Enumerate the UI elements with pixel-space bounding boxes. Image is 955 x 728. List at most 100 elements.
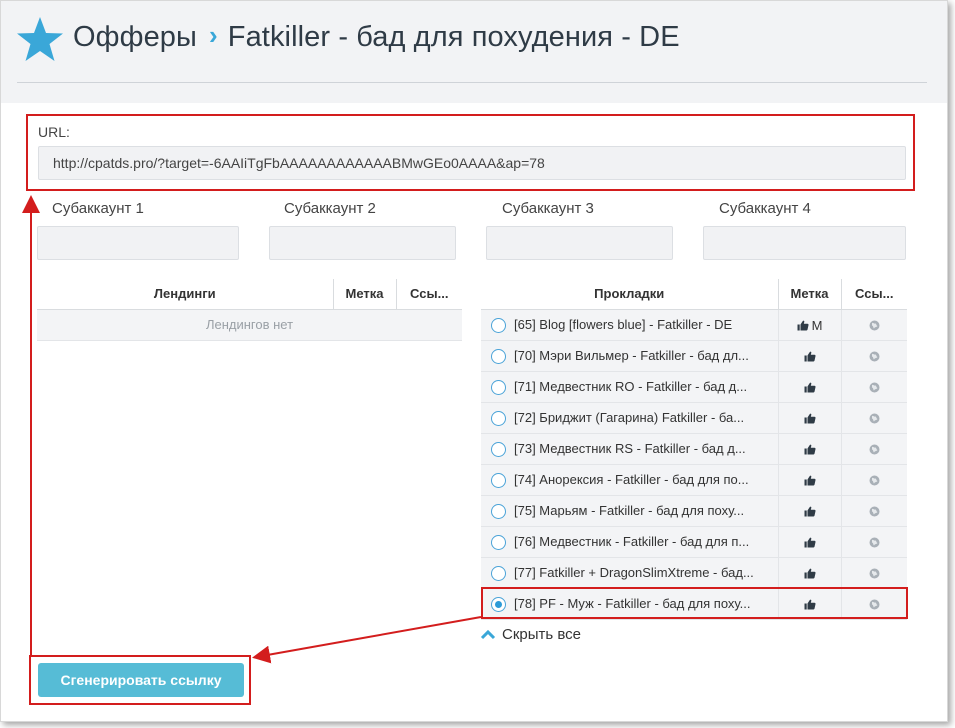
prelanding-name-cell[interactable]: [74] Анорексия - Fatkiller - бад для по.… — [481, 464, 778, 496]
thumbs-up-icon — [804, 475, 816, 486]
table-row[interactable]: [73] Медвестник RS - Fatkiller - бад д..… — [481, 433, 907, 465]
prelanding-name-cell[interactable]: [65] Blog [flowers blue] - Fatkiller - D… — [481, 309, 778, 341]
landings-table: Лендинги Метка Ссы... Лендингов нет — [37, 279, 462, 341]
globe-icon[interactable] — [869, 444, 880, 455]
prelanding-link-cell[interactable] — [840, 495, 907, 527]
prelanding-mark-cell — [777, 557, 841, 589]
table-row[interactable]: [65] Blog [flowers blue] - Fatkiller - D… — [481, 309, 907, 341]
prelanding-link-cell[interactable] — [840, 433, 907, 465]
subaccount-2-input[interactable] — [269, 226, 456, 260]
generate-link-button[interactable]: Сгенерировать ссылку — [38, 663, 244, 697]
table-row[interactable]: [76] Медвестник - Fatkiller - бад для п.… — [481, 526, 907, 558]
prelanding-link-cell[interactable] — [840, 402, 907, 434]
prelanding-name: [70] Мэри Вильмер - Fatkiller - бад дл..… — [514, 348, 749, 364]
prelanding-name-cell[interactable]: [75] Марьям - Fatkiller - бад для поху..… — [481, 495, 778, 527]
table-row[interactable]: [72] Бриджит (Гагарина) Fatkiller - ба..… — [481, 402, 907, 434]
hide-all-label: Скрыть все — [502, 626, 582, 643]
prelanding-name: [78] PF - Муж - Fatkiller - бад для поху… — [514, 596, 751, 612]
thumbs-up-icon — [804, 382, 816, 393]
globe-icon[interactable] — [869, 506, 880, 517]
prelandings-link-col-header[interactable]: Ссы... — [840, 279, 907, 310]
prelandings-col-header[interactable]: Прокладки — [481, 279, 778, 310]
globe-icon[interactable] — [869, 537, 880, 548]
prelanding-link-cell[interactable] — [840, 464, 907, 496]
globe-icon[interactable] — [869, 351, 880, 362]
globe-icon[interactable] — [869, 475, 880, 486]
prelanding-name-cell[interactable]: [71] Медвестник RO - Fatkiller - бад д..… — [481, 371, 778, 403]
prelanding-mark-cell — [777, 402, 841, 434]
globe-icon[interactable] — [869, 320, 880, 331]
hide-all-toggle[interactable]: Скрыть все — [480, 626, 581, 643]
globe-icon[interactable] — [869, 413, 880, 424]
prelanding-name-cell[interactable]: [78] PF - Муж - Fatkiller - бад для поху… — [481, 588, 778, 620]
landings-link-col-header[interactable]: Ссы... — [395, 279, 462, 310]
prelanding-link-cell[interactable] — [840, 588, 907, 620]
prelanding-name: [75] Марьям - Fatkiller - бад для поху..… — [514, 503, 745, 519]
prelanding-link-cell[interactable] — [840, 340, 907, 372]
prelanding-name-cell[interactable]: [73] Медвестник RS - Fatkiller - бад д..… — [481, 433, 778, 465]
subaccount-2-label: Субаккаунт 2 — [284, 200, 376, 217]
prelanding-name: [71] Медвестник RO - Fatkiller - бад д..… — [514, 379, 748, 395]
url-field[interactable]: http://cpatds.pro/?target=-6AAIiTgFbAAAA… — [38, 146, 906, 180]
prelanding-radio[interactable] — [491, 410, 506, 426]
thumbs-up-icon — [804, 537, 816, 548]
prelanding-radio[interactable] — [491, 565, 506, 581]
prelanding-name: [76] Медвестник - Fatkiller - бад для п.… — [514, 534, 750, 550]
prelandings-table: Прокладки Метка Ссы... [65] Blog [flower… — [481, 279, 907, 620]
table-row[interactable]: [78] PF - Муж - Fatkiller - бад для поху… — [481, 588, 907, 620]
breadcrumb-root[interactable]: Офферы — [73, 21, 197, 53]
prelanding-mark-cell: M — [777, 309, 841, 341]
header-divider — [17, 82, 927, 83]
prelanding-link-cell[interactable] — [840, 309, 907, 341]
thumbs-up-icon — [804, 599, 816, 610]
prelanding-link-cell[interactable] — [840, 371, 907, 403]
globe-icon[interactable] — [869, 568, 880, 579]
prelanding-mark-cell — [777, 433, 841, 465]
thumbs-up-icon — [804, 413, 816, 424]
url-label: URL: — [38, 124, 70, 140]
mark-text: M — [811, 317, 823, 333]
prelanding-radio[interactable] — [491, 441, 506, 457]
chevron-up-icon — [480, 629, 496, 640]
thumbs-up-icon — [804, 506, 816, 517]
chevron-right-icon: › — [208, 20, 218, 50]
prelandings-mark-col-header[interactable]: Метка — [777, 279, 841, 310]
prelanding-radio[interactable] — [491, 348, 506, 364]
prelanding-name-cell[interactable]: [72] Бриджит (Гагарина) Fatkiller - ба..… — [481, 402, 778, 434]
table-row[interactable]: [70] Мэри Вильмер - Fatkiller - бад дл..… — [481, 340, 907, 372]
prelanding-radio[interactable] — [491, 317, 506, 333]
prelanding-name-cell[interactable]: [76] Медвестник - Fatkiller - бад для п.… — [481, 526, 778, 558]
prelanding-radio[interactable] — [491, 596, 506, 612]
landings-col-header[interactable]: Лендинги — [37, 279, 333, 310]
prelanding-link-cell[interactable] — [840, 557, 907, 589]
prelanding-mark-cell — [777, 495, 841, 527]
subaccount-3-label: Субаккаунт 3 — [502, 200, 594, 217]
star-icon[interactable] — [15, 15, 65, 63]
landings-mark-col-header[interactable]: Метка — [332, 279, 396, 310]
globe-icon[interactable] — [869, 382, 880, 393]
table-row[interactable]: [71] Медвестник RO - Fatkiller - бад д..… — [481, 371, 907, 403]
prelanding-radio[interactable] — [491, 503, 506, 519]
prelanding-radio[interactable] — [491, 472, 506, 488]
page-header: Офферы › Fatkiller - бад для похудения - D… — [1, 1, 947, 103]
prelanding-name: [77] Fatkiller + DragonSlimXtreme - бад.… — [514, 565, 754, 581]
page-title: Fatkiller - бад для похудения - DE — [227, 21, 680, 53]
prelanding-name-cell[interactable]: [77] Fatkiller + DragonSlimXtreme - бад.… — [481, 557, 778, 589]
prelanding-mark-cell — [777, 371, 841, 403]
subaccount-3-input[interactable] — [486, 226, 673, 260]
subaccount-1-input[interactable] — [37, 226, 239, 260]
prelanding-name-cell[interactable]: [70] Мэри Вильмер - Fatkiller - бад дл..… — [481, 340, 778, 372]
prelanding-radio[interactable] — [491, 379, 506, 395]
thumbs-up-icon — [804, 568, 816, 579]
prelanding-name: [72] Бриджит (Гагарина) Fatkiller - ба..… — [514, 410, 745, 426]
globe-icon[interactable] — [869, 599, 880, 610]
table-row[interactable]: [77] Fatkiller + DragonSlimXtreme - бад.… — [481, 557, 907, 589]
table-row[interactable]: [74] Анорексия - Fatkiller - бад для по.… — [481, 464, 907, 496]
prelanding-radio[interactable] — [491, 534, 506, 550]
table-row[interactable]: [75] Марьям - Fatkiller - бад для поху..… — [481, 495, 907, 527]
prelanding-mark-cell — [777, 464, 841, 496]
prelanding-name: [65] Blog [flowers blue] - Fatkiller - D… — [514, 317, 733, 333]
subaccount-4-input[interactable] — [703, 226, 906, 260]
prelanding-link-cell[interactable] — [840, 526, 907, 558]
prelanding-mark-cell — [777, 340, 841, 372]
